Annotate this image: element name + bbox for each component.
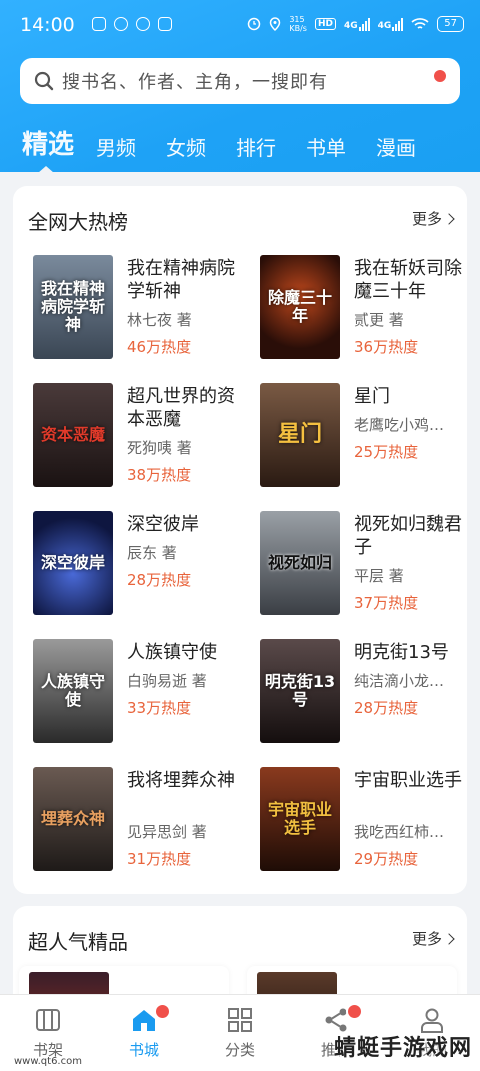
home-icon	[131, 1003, 171, 1033]
book-author: 贰更 著	[354, 311, 404, 329]
book-author: 见异思剑 著	[127, 823, 207, 841]
notification-app-icon	[158, 17, 172, 31]
book-heat: 46万热度	[127, 338, 192, 356]
active-tab-indicator	[38, 166, 54, 173]
book-item[interactable]: 星门 星门 老鹰吃小鸡… 25万热度	[260, 383, 470, 487]
book-cover: 埋葬众神	[33, 767, 113, 871]
tab-featured[interactable]: 精选	[22, 124, 74, 161]
book-cover: 宇宙职业选手	[260, 767, 340, 871]
book-heat: 28万热度	[127, 571, 192, 589]
status-time: 14:00	[20, 14, 75, 36]
notification-app-icon	[136, 17, 150, 31]
chevron-right-icon	[443, 212, 455, 225]
book-cover: 深空彼岸	[33, 511, 113, 615]
category-tabs: 精选 男频 女频 排行 书单 漫画	[22, 124, 446, 161]
alarm-icon	[248, 17, 261, 31]
book-cover: 我在精神病院学斩神	[33, 255, 113, 359]
book-title: 星门	[354, 386, 390, 407]
book-cover: 资本恶魔	[33, 383, 113, 487]
book-title: 超凡世界的资本恶魔	[127, 386, 235, 430]
nav-category[interactable]: 分类	[200, 1007, 280, 1060]
book-title: 明克街13号	[354, 642, 449, 663]
book-cover: 明克街13号	[260, 639, 340, 743]
book-author: 我吃西红柿…	[354, 823, 445, 841]
book-item[interactable]: 资本恶魔 超凡世界的资本恶魔 死狗咦 著 38万热度	[33, 383, 243, 487]
net-speed: 315 KB/s	[289, 15, 307, 33]
notification-badge	[154, 1003, 171, 1020]
book-author: 纯洁滴小龙…	[354, 672, 445, 690]
cell-signal-icon: 4G	[378, 17, 404, 31]
book-item[interactable]: 视死如归 视死如归魏君子 平层 著 37万热度	[260, 511, 470, 615]
wifi-icon	[411, 18, 429, 29]
book-author: 老鹰吃小鸡…	[354, 416, 445, 434]
book-item[interactable]: 除魔三十年 我在斩妖司除魔三十年 贰更 著 36万热度	[260, 255, 470, 359]
book-author: 白驹易逝 著	[127, 672, 207, 690]
tab-female[interactable]: 女频	[166, 132, 206, 161]
chevron-right-icon	[443, 932, 455, 945]
book-item[interactable]: 人族镇守使 人族镇守使 白驹易逝 著 33万热度	[33, 639, 243, 743]
nav-bookstore[interactable]: 书城	[104, 1003, 184, 1060]
notification-app-icon	[92, 17, 106, 31]
book-cover: 人族镇守使	[33, 639, 113, 743]
book-heat: 31万热度	[127, 850, 192, 868]
watermark-logo: 蜻蜓手游戏网	[333, 1036, 472, 1061]
location-icon	[270, 17, 281, 31]
book-heat: 25万热度	[354, 443, 419, 461]
book-heat: 37万热度	[354, 594, 419, 612]
section-title: 全网大热榜	[28, 210, 128, 234]
book-heat: 38万热度	[127, 466, 192, 484]
tab-booklist[interactable]: 书单	[306, 132, 346, 161]
search-icon	[34, 71, 54, 91]
book-title: 我将埋葬众神	[127, 770, 235, 791]
cell-signal-icon: 4G	[344, 17, 370, 31]
section-title: 超人气精品	[28, 930, 128, 954]
more-link[interactable]: 更多	[412, 928, 455, 949]
status-bar: 14:00 315 KB/s HD 4G 4G 57	[0, 0, 480, 56]
grid-icon	[227, 1007, 253, 1033]
book-author: 平层 著	[354, 567, 404, 585]
tab-ranking[interactable]: 排行	[236, 132, 276, 161]
book-title: 视死如归魏君子	[354, 514, 462, 558]
watermark-url: www.qt6.com	[14, 1056, 82, 1067]
search-placeholder: 搜书名、作者、主角，一搜即有	[62, 72, 328, 93]
book-item[interactable]: 宇宙职业选手 宇宙职业选手 我吃西红柿… 29万热度	[260, 767, 470, 871]
book-title: 宇宙职业选手	[354, 770, 462, 791]
more-link[interactable]: 更多	[412, 208, 455, 229]
book-item[interactable]: 我在精神病院学斩神 我在精神病院学斩神 林七夜 著 46万热度	[33, 255, 243, 359]
book-title: 人族镇守使	[127, 642, 217, 663]
book-cover: 视死如归	[260, 511, 340, 615]
book-item[interactable]: 埋葬众神 我将埋葬众神 见异思剑 著 31万热度	[33, 767, 243, 871]
book-cover: 除魔三十年	[260, 255, 340, 359]
book-heat: 36万热度	[354, 338, 419, 356]
book-title: 我在斩妖司除魔三十年	[354, 258, 462, 302]
notification-badge	[346, 1003, 363, 1020]
book-author: 死狗咦 著	[127, 439, 192, 457]
tab-comics[interactable]: 漫画	[376, 132, 416, 161]
hot-ranking-card: 全网大热榜 更多 我在精神病院学斩神 我在精神病院学斩神 林七夜 著 46万热度…	[13, 186, 467, 894]
book-author: 辰东 著	[127, 544, 177, 562]
search-bar[interactable]: 搜书名、作者、主角，一搜即有	[20, 58, 460, 104]
book-title: 我在精神病院学斩神	[127, 258, 235, 302]
tab-male[interactable]: 男频	[96, 132, 136, 161]
book-item[interactable]: 深空彼岸 深空彼岸 辰东 著 28万热度	[33, 511, 243, 615]
book-heat: 33万热度	[127, 699, 192, 717]
book-heat: 29万热度	[354, 850, 419, 868]
book-item[interactable]: 明克街13号 明克街13号 纯洁滴小龙… 28万热度	[260, 639, 470, 743]
book-cover: 星门	[260, 383, 340, 487]
book-heat: 28万热度	[354, 699, 419, 717]
battery-icon: 57	[437, 16, 464, 32]
notification-app-icon	[114, 17, 128, 31]
hd-icon: HD	[314, 18, 336, 30]
bookshelf-icon	[35, 1007, 61, 1033]
book-title: 深空彼岸	[127, 514, 199, 535]
status-app-icons	[92, 17, 172, 31]
book-author: 林七夜 著	[127, 311, 192, 329]
nav-bookshelf[interactable]: 书架	[8, 1007, 88, 1060]
status-indicators: 315 KB/s HD 4G 4G 57	[247, 15, 464, 33]
search-notification-dot	[434, 70, 446, 82]
